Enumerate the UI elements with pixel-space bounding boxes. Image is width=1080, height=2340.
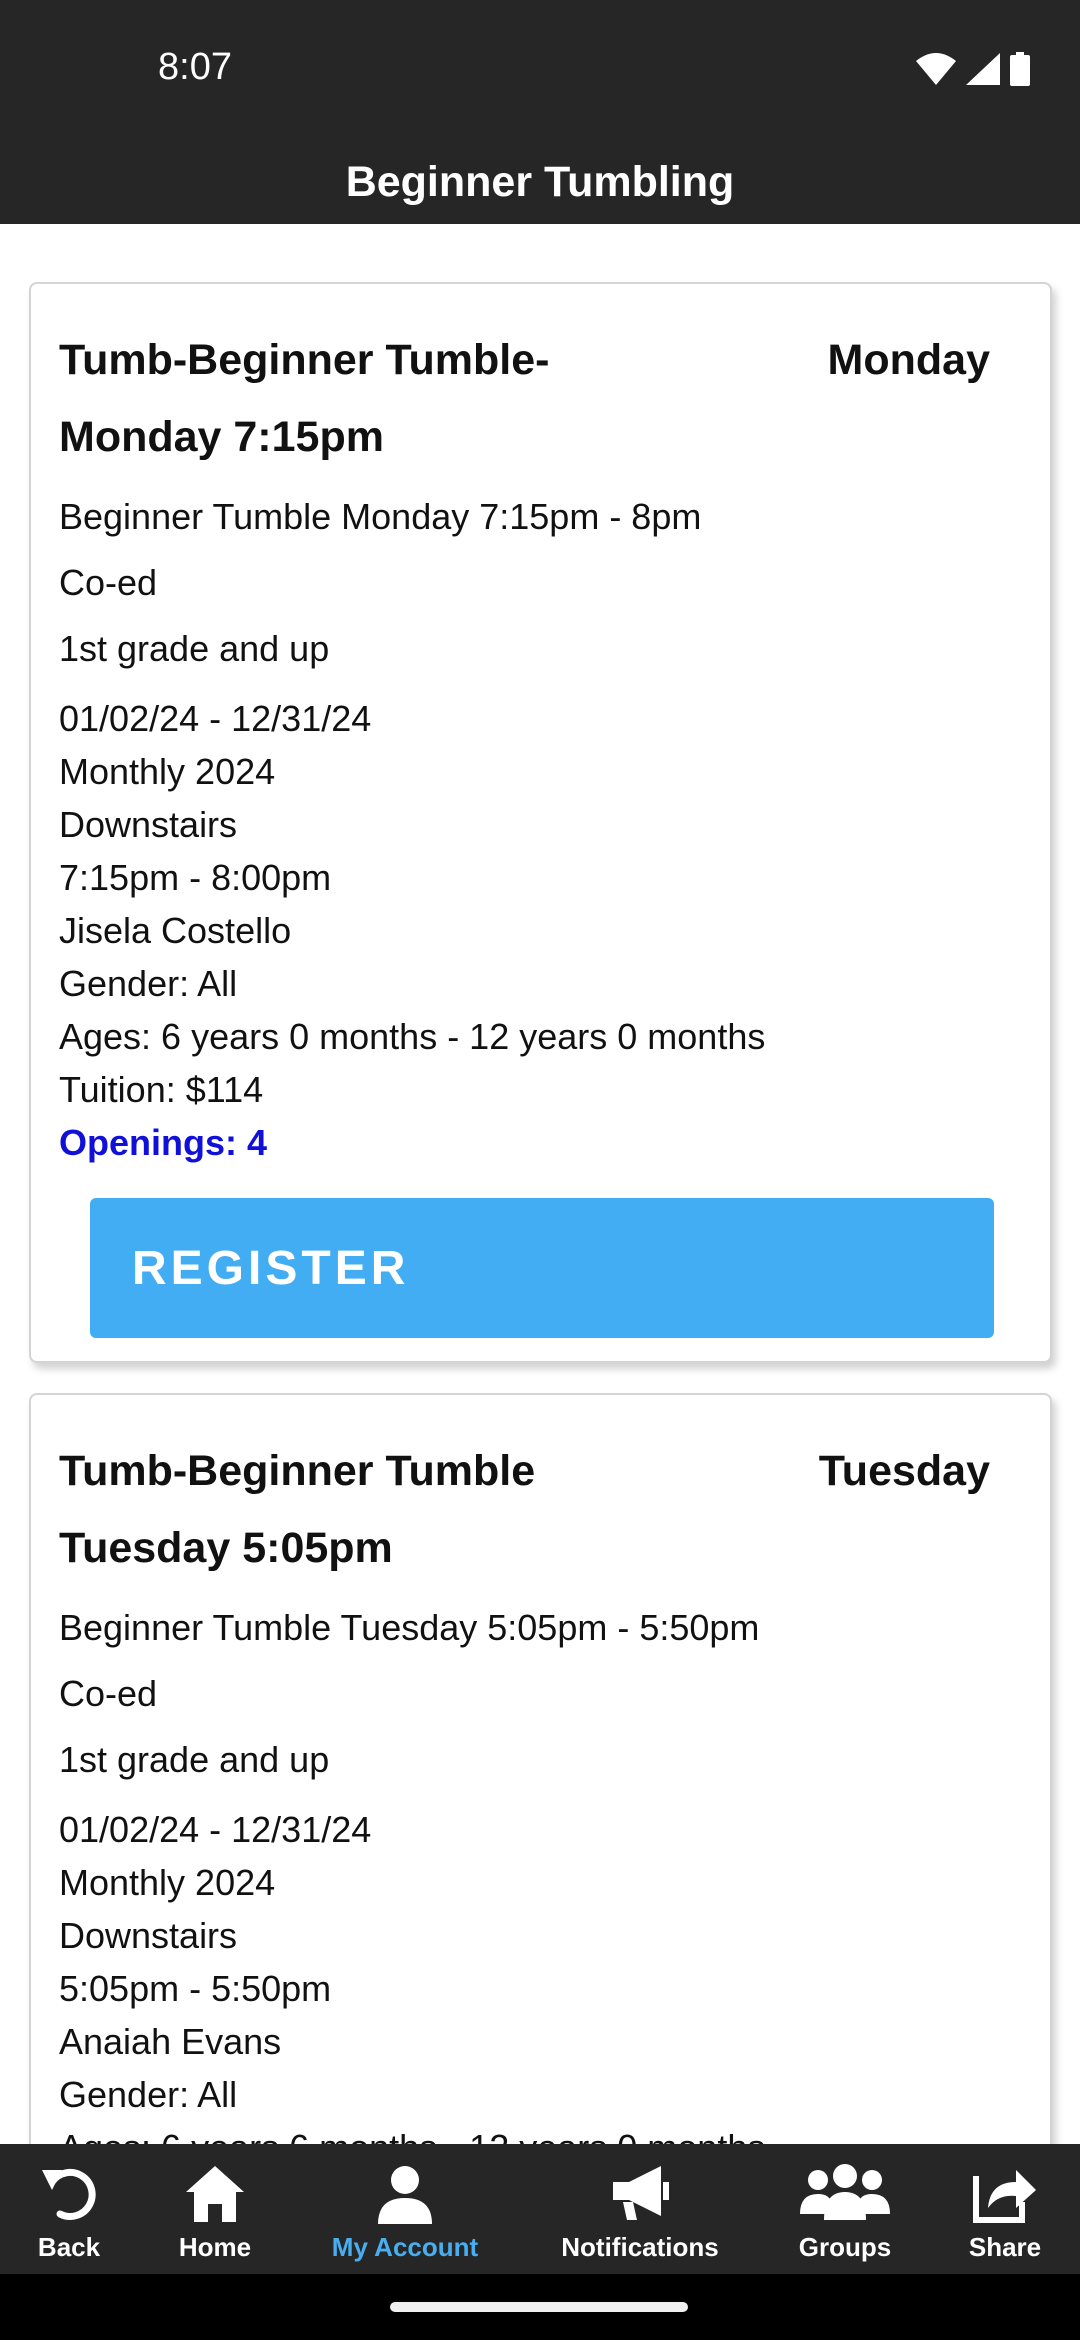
status-bar: 8:07: [0, 0, 1080, 120]
nav-share[interactable]: Share: [960, 2144, 1050, 2274]
class-category: Co-ed: [59, 562, 158, 603]
class-details: Beginner Tumble Monday 7:15pm - 8pm Co-e…: [59, 484, 765, 1169]
account-icon: [378, 2166, 432, 2224]
class-level: 1st grade and up: [59, 1739, 330, 1780]
class-description: Beginner Tumble Tuesday 5:05pm - 5:50pm: [59, 1607, 760, 1648]
share-icon: [973, 2170, 1036, 2223]
back-icon: [42, 2169, 96, 2220]
class-session: Monthly 2024: [59, 1862, 276, 1903]
class-gender: Gender: All: [59, 963, 238, 1004]
page-title: Beginner Tumbling: [345, 158, 735, 206]
class-time: 7:15pm - 8:00pm: [59, 857, 332, 898]
class-time: 5:05pm - 5:50pm: [59, 1968, 332, 2009]
class-list[interactable]: Tumb-Beginner Tumble-Monday 7:15pm Monda…: [0, 224, 1080, 2144]
class-title: Tumb-Beginner Tumble Tuesday 5:05pm: [59, 1447, 536, 1572]
class-instructor: Jisela Costello: [59, 910, 292, 951]
home-indicator[interactable]: [390, 2302, 688, 2312]
class-title: Tumb-Beginner Tumble-Monday 7:15pm: [59, 336, 550, 461]
nav-groups[interactable]: Groups: [790, 2144, 900, 2274]
class-session: Monthly 2024: [59, 751, 276, 792]
class-level: 1st grade and up: [59, 628, 330, 669]
home-icon: [186, 2166, 244, 2222]
class-location: Downstairs: [59, 804, 238, 845]
class-dates: 01/02/24 - 12/31/24: [59, 698, 372, 739]
nav-my-account[interactable]: My Account: [320, 2144, 490, 2274]
gesture-bar: [0, 2274, 1080, 2340]
nav-notifications[interactable]: Notifications: [550, 2144, 730, 2274]
class-day: Tuesday: [818, 1447, 990, 1495]
app-header: Beginner Tumbling: [0, 120, 1080, 224]
class-card: Tumb-Beginner Tumble-Monday 7:15pm Monda…: [29, 282, 1052, 1363]
status-icons: [916, 52, 1030, 86]
register-button[interactable]: REGISTER: [90, 1198, 994, 1338]
class-description: Beginner Tumble Monday 7:15pm - 8pm: [59, 496, 702, 537]
class-day: Monday: [827, 336, 990, 384]
signal-icon: [966, 53, 1000, 85]
nav-back[interactable]: Back: [24, 2144, 114, 2274]
groups-icon: [800, 2164, 890, 2220]
class-details: Beginner Tumble Tuesday 5:05pm - 5:50pm …: [59, 1595, 765, 2144]
class-category: Co-ed: [59, 1673, 158, 1714]
bottom-nav: Back Home My Account Notifications Group…: [0, 2144, 1080, 2274]
class-instructor: Anaiah Evans: [59, 2021, 282, 2062]
megaphone-icon: [613, 2166, 669, 2220]
class-ages: Ages: 6 years 0 months - 12 years 0 mont…: [59, 1016, 766, 1057]
wifi-icon: [916, 53, 956, 85]
status-time: 8:07: [158, 46, 232, 88]
nav-home[interactable]: Home: [165, 2144, 265, 2274]
class-ages: Ages: 6 years 6 months - 12 years 0 mont…: [59, 2121, 765, 2144]
class-location: Downstairs: [59, 1915, 238, 1956]
class-tuition: Tuition: $114: [59, 1069, 264, 1110]
class-card: Tumb-Beginner Tumble Tuesday 5:05pm Tues…: [29, 1393, 1052, 2144]
battery-icon: [1010, 52, 1030, 86]
class-gender: Gender: All: [59, 2074, 238, 2115]
class-dates: 01/02/24 - 12/31/24: [59, 1809, 372, 1850]
class-openings: Openings: 4: [59, 1122, 268, 1163]
